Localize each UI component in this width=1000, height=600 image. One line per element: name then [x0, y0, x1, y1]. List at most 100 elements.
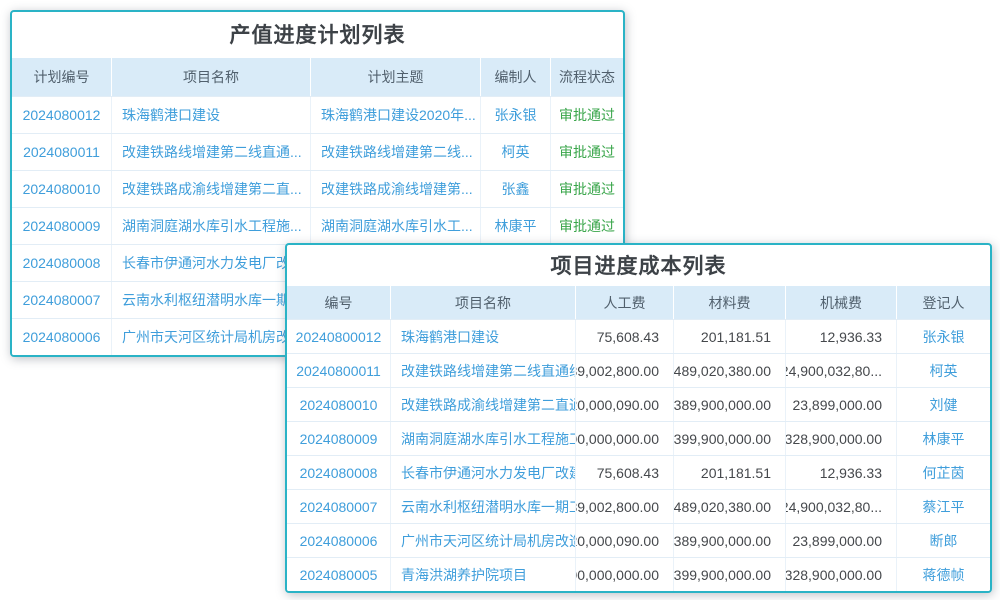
- cost-table-body: 20240800012珠海鹤港口建设75,608.43201,181.5112,…: [287, 319, 990, 591]
- project-name-link[interactable]: 云南水利枢纽潜明水库一期...: [112, 282, 311, 318]
- machine-cost-value: 24,900,032,80...: [786, 490, 897, 523]
- cost-id-link[interactable]: 2024080006: [287, 524, 391, 557]
- labor-cost-value: 320,000,090.00: [576, 388, 674, 421]
- machine-cost-value: 328,900,000.00: [786, 422, 897, 455]
- machine-cost-value: 23,899,000.00: [786, 524, 897, 557]
- registrant-link[interactable]: 断郎: [897, 524, 990, 557]
- registrant-link[interactable]: 柯英: [897, 354, 990, 387]
- material-cost-value: 201,181.51: [674, 456, 786, 489]
- column-header-project-name: 项目名称: [391, 286, 576, 319]
- project-name-link[interactable]: 长春市伊通河水力发电厂改建...: [391, 456, 576, 489]
- project-name-link[interactable]: 湖南洞庭湖水库引水工程施...: [112, 208, 311, 244]
- cost-list-title: 项目进度成本列表: [287, 245, 990, 286]
- plan-id-link[interactable]: 2024080006: [12, 319, 112, 355]
- column-header-labor-cost: 人工费: [576, 286, 674, 319]
- author-link[interactable]: 张永银: [481, 97, 551, 133]
- project-name-link[interactable]: 改建铁路成渝线增建第二直通...: [391, 388, 576, 421]
- table-row: 2024080005青海洪湖养护院项目4,290,000,000.004,399…: [287, 557, 990, 591]
- table-row: 2024080009湖南洞庭湖水库引水工程施工...4,290,000,000.…: [287, 421, 990, 455]
- plan-list-title: 产值进度计划列表: [12, 12, 623, 58]
- machine-cost-value: 24,900,032,80...: [786, 354, 897, 387]
- plan-id-link[interactable]: 2024080010: [12, 171, 112, 207]
- table-row: 2024080007云南水利枢纽潜明水库一期工...389,002,800.00…: [287, 489, 990, 523]
- machine-cost-value: 12,936.33: [786, 320, 897, 353]
- labor-cost-value: 389,002,800.00: [576, 490, 674, 523]
- labor-cost-value: 75,608.43: [576, 320, 674, 353]
- plan-id-link[interactable]: 2024080011: [12, 134, 112, 170]
- project-name-link[interactable]: 改建铁路线增建第二线直通...: [112, 134, 311, 170]
- plan-id-link[interactable]: 2024080007: [12, 282, 112, 318]
- labor-cost-value: 4,290,000,000.00: [576, 558, 674, 591]
- project-name-link[interactable]: 广州市天河区统计局机房改造...: [391, 524, 576, 557]
- status-text[interactable]: 审批通过: [551, 97, 623, 133]
- table-row: 2024080006广州市天河区统计局机房改造...320,000,090.00…: [287, 523, 990, 557]
- author-link[interactable]: 柯英: [481, 134, 551, 170]
- labor-cost-value: 4,290,000,000.00: [576, 422, 674, 455]
- project-name-link[interactable]: 改建铁路线增建第二线直通线...: [391, 354, 576, 387]
- material-cost-value: 4,389,900,000.00: [674, 524, 786, 557]
- column-header-id: 编号: [287, 286, 391, 319]
- plan-id-link[interactable]: 2024080008: [12, 245, 112, 281]
- registrant-link[interactable]: 刘健: [897, 388, 990, 421]
- table-row: 2024080011改建铁路线增建第二线直通...改建铁路线增建第二线...柯英…: [12, 133, 623, 170]
- table-row: 2024080010改建铁路成渝线增建第二直通...320,000,090.00…: [287, 387, 990, 421]
- plan-id-link[interactable]: 2024080009: [12, 208, 112, 244]
- status-text[interactable]: 审批通过: [551, 134, 623, 170]
- labor-cost-value: 75,608.43: [576, 456, 674, 489]
- status-text[interactable]: 审批通过: [551, 208, 623, 244]
- author-link[interactable]: 张鑫: [481, 171, 551, 207]
- plan-subject-link[interactable]: 改建铁路成渝线增建第...: [311, 171, 481, 207]
- table-row: 20240800012珠海鹤港口建设75,608.43201,181.5112,…: [287, 319, 990, 353]
- machine-cost-value: 23,899,000.00: [786, 388, 897, 421]
- column-header-plan-id: 计划编号: [12, 58, 112, 96]
- table-row: 20240800011改建铁路线增建第二线直通线...389,002,800.0…: [287, 353, 990, 387]
- author-link[interactable]: 林康平: [481, 208, 551, 244]
- project-name-link[interactable]: 青海洪湖养护院项目: [391, 558, 576, 591]
- table-row: 2024080009湖南洞庭湖水库引水工程施...湖南洞庭湖水库引水工...林康…: [12, 207, 623, 244]
- project-name-link[interactable]: 改建铁路成渝线增建第二直...: [112, 171, 311, 207]
- material-cost-value: 4,399,900,000.00: [674, 558, 786, 591]
- table-row: 2024080012珠海鹤港口建设珠海鹤港口建设2020年...张永银审批通过: [12, 96, 623, 133]
- cost-id-link[interactable]: 2024080007: [287, 490, 391, 523]
- plan-subject-link[interactable]: 改建铁路线增建第二线...: [311, 134, 481, 170]
- cost-table-header: 编号 项目名称 人工费 材料费 机械费 登记人: [287, 286, 990, 319]
- column-header-material-cost: 材料费: [674, 286, 786, 319]
- cost-id-link[interactable]: 2024080008: [287, 456, 391, 489]
- column-header-project-name: 项目名称: [112, 58, 311, 96]
- plan-subject-link[interactable]: 珠海鹤港口建设2020年...: [311, 97, 481, 133]
- registrant-link[interactable]: 张永银: [897, 320, 990, 353]
- plan-subject-link[interactable]: 湖南洞庭湖水库引水工...: [311, 208, 481, 244]
- machine-cost-value: 12,936.33: [786, 456, 897, 489]
- status-text[interactable]: 审批通过: [551, 171, 623, 207]
- cost-id-link[interactable]: 20240800011: [287, 354, 391, 387]
- project-name-link[interactable]: 长春市伊通河水力发电厂改...: [112, 245, 311, 281]
- plan-id-link[interactable]: 2024080012: [12, 97, 112, 133]
- material-cost-value: 3,489,020,380.00: [674, 354, 786, 387]
- registrant-link[interactable]: 蔡江平: [897, 490, 990, 523]
- project-name-link[interactable]: 珠海鹤港口建设: [112, 97, 311, 133]
- column-header-plan-subject: 计划主题: [311, 58, 481, 96]
- project-name-link[interactable]: 珠海鹤港口建设: [391, 320, 576, 353]
- project-name-link[interactable]: 广州市天河区统计局机房改...: [112, 319, 311, 355]
- project-name-link[interactable]: 湖南洞庭湖水库引水工程施工...: [391, 422, 576, 455]
- registrant-link[interactable]: 何芷茵: [897, 456, 990, 489]
- machine-cost-value: 328,900,000.00: [786, 558, 897, 591]
- project-name-link[interactable]: 云南水利枢纽潜明水库一期工...: [391, 490, 576, 523]
- material-cost-value: 4,389,900,000.00: [674, 388, 786, 421]
- cost-id-link[interactable]: 2024080005: [287, 558, 391, 591]
- registrant-link[interactable]: 蒋德帧: [897, 558, 990, 591]
- material-cost-value: 4,399,900,000.00: [674, 422, 786, 455]
- registrant-link[interactable]: 林康平: [897, 422, 990, 455]
- cost-id-link[interactable]: 2024080010: [287, 388, 391, 421]
- cost-id-link[interactable]: 2024080009: [287, 422, 391, 455]
- cost-id-link[interactable]: 20240800012: [287, 320, 391, 353]
- column-header-registrant: 登记人: [897, 286, 990, 319]
- table-row: 2024080008长春市伊通河水力发电厂改建...75,608.43201,1…: [287, 455, 990, 489]
- plan-table-header: 计划编号 项目名称 计划主题 编制人 流程状态: [12, 58, 623, 96]
- column-header-author: 编制人: [481, 58, 551, 96]
- column-header-flow-status: 流程状态: [551, 58, 623, 96]
- labor-cost-value: 320,000,090.00: [576, 524, 674, 557]
- material-cost-value: 3,489,020,380.00: [674, 490, 786, 523]
- labor-cost-value: 389,002,800.00: [576, 354, 674, 387]
- table-row: 2024080010改建铁路成渝线增建第二直...改建铁路成渝线增建第...张鑫…: [12, 170, 623, 207]
